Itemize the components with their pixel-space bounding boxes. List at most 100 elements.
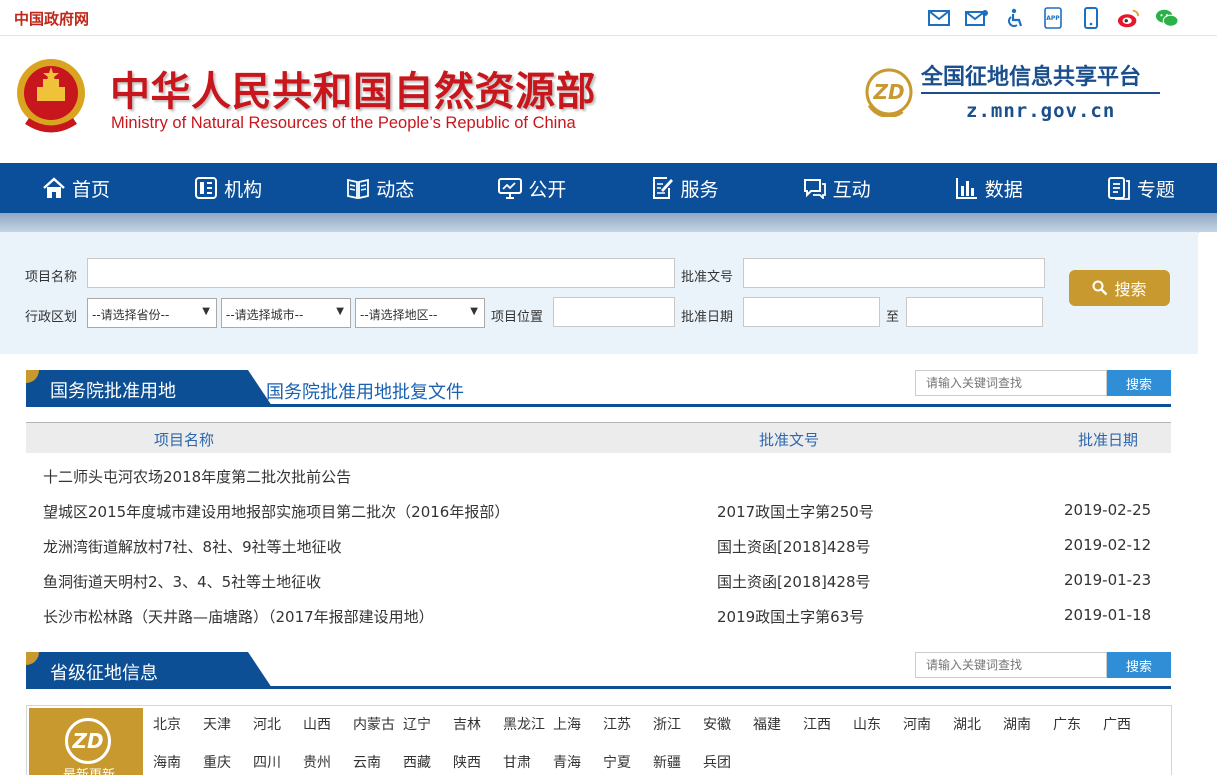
top-bar: 中国政府网 APP [0,0,1217,36]
nav-public[interactable]: 公开 [456,163,608,213]
province-link[interactable]: 海南 [153,752,203,772]
province-link[interactable]: 云南 [353,752,403,772]
table-header: 项目名称 批准文号 批准日期 [26,422,1171,453]
province-link[interactable]: 河南 [903,714,953,734]
accessibility-icon[interactable] [1003,6,1027,30]
row-approval-date: 2019-02-12 [1064,536,1152,554]
project-name-input[interactable] [87,258,675,288]
city-select[interactable]: --请选择城市-- ▼ [221,298,351,328]
keyword-search-input[interactable] [915,370,1107,396]
mobile-icon[interactable] [1079,6,1103,30]
province-link[interactable]: 重庆 [203,752,253,772]
province-link[interactable]: 贵州 [303,752,353,772]
dropdown-arrow-icon: ▼ [336,306,344,317]
province-link[interactable]: 天津 [203,714,253,734]
national-emblem-icon [17,59,85,133]
approval-no-input[interactable] [743,258,1045,288]
weibo-icon[interactable] [1117,6,1141,30]
nav-topics-label: 专题 [1136,178,1175,201]
province-link[interactable]: 西藏 [403,752,453,772]
table-row[interactable]: 十二师头屯河农场2018年度第二批次批前公告 [26,458,1171,493]
search-button-label: 搜索 [1114,280,1147,299]
district-select[interactable]: --请选择地区-- ▼ [355,298,485,328]
org-icon [194,176,218,200]
date-to-input[interactable] [906,297,1043,327]
table-row[interactable]: 龙洲湾街道解放村7社、8社、9社等土地征收 国土资函[2018]428号 201… [26,528,1171,563]
province-link[interactable]: 上海 [553,714,603,734]
project-name-label: 项目名称 [25,270,78,285]
nav-service[interactable]: 服务 [609,163,761,213]
scrollbar[interactable] [1199,232,1217,354]
svg-text:ZD: ZD [872,80,904,104]
province-link[interactable]: 广东 [1053,714,1103,734]
latest-update-label: 最新更新 [63,764,115,775]
latest-update-badge: ZD 最新更新 [29,708,143,775]
province-link[interactable]: 辽宁 [403,714,453,734]
province-link[interactable]: 青海 [553,752,603,772]
nav-news[interactable]: 动态 [304,163,456,213]
state-council-section-header: 国务院批准用地 国务院批准用地批复文件 搜索 [26,370,1171,408]
tab-state-council-land[interactable]: 国务院批准用地 [26,370,272,406]
nav-interact[interactable]: 互动 [761,163,913,213]
row-project-name[interactable]: 十二师头屯河农场2018年度第二批次批前公告 [43,466,351,487]
nav-org[interactable]: 机构 [152,163,304,213]
search-button[interactable]: 搜索 [1069,270,1170,306]
province-link[interactable]: 江西 [803,714,853,734]
province-link[interactable]: 福建 [753,714,803,734]
gov-portal-link[interactable]: 中国政府网 [14,8,89,29]
row-project-name[interactable]: 望城区2015年度城市建设用地报部实施项目第二批次（2016年报部） [43,501,509,522]
nav-topics[interactable]: 专题 [1065,163,1217,213]
province-link[interactable]: 甘肃 [503,752,553,772]
province-link[interactable]: 湖南 [1003,714,1053,734]
region-label: 行政区划 [25,310,78,325]
approval-docs-link[interactable]: 国务院批准用地批复文件 [266,378,464,404]
row-project-name[interactable]: 龙洲湾街道解放村7社、8社、9社等土地征收 [43,536,342,557]
mail-settings-icon[interactable] [965,6,989,30]
nav-data[interactable]: 数据 [913,163,1065,213]
province-link[interactable]: 北京 [153,714,203,734]
city-select-value: --请选择城市-- [226,308,304,322]
mail-icon[interactable] [927,6,951,30]
keyword-search-button[interactable]: 搜索 [1107,652,1171,678]
province-link[interactable]: 内蒙古 [353,714,403,734]
app-icon[interactable]: APP [1041,6,1065,30]
date-label: 批准日期 [681,310,734,325]
province-link[interactable]: 山东 [853,714,903,734]
nav-data-label: 数据 [984,178,1023,201]
table-row[interactable]: 长沙市松林路（天井路—庙塘路）（2017年报部建设用地） 2019政国土字第63… [26,598,1171,633]
wechat-icon[interactable] [1155,6,1179,30]
province-link[interactable]: 四川 [253,752,303,772]
row-approval-date: 2019-01-23 [1064,571,1152,589]
date-from-input[interactable] [743,297,880,327]
province-link[interactable]: 广西 [1103,714,1153,734]
table-row[interactable]: 望城区2015年度城市建设用地报部实施项目第二批次（2016年报部） 2017政… [26,493,1171,528]
row-approval-no: 国土资函[2018]428号 [717,573,871,591]
province-link[interactable]: 宁夏 [603,752,653,772]
provincial-section-header: 省级征地信息 搜索 [26,652,1171,690]
nav-service-label: 服务 [680,178,719,201]
province-link[interactable]: 黑龙江 [503,714,553,734]
tab-provincial-info[interactable]: 省级征地信息 [26,652,272,688]
dropdown-arrow-icon: ▼ [202,306,210,317]
province-link[interactable]: 兵团 [703,752,753,772]
province-link[interactable]: 河北 [253,714,303,734]
province-link[interactable]: 山西 [303,714,353,734]
table-row[interactable]: 鱼洞街道天明村2、3、4、5社等土地征收 国土资函[2018]428号 2019… [26,563,1171,598]
keyword-search-input[interactable] [915,652,1107,678]
province-link[interactable]: 安徽 [703,714,753,734]
province-link[interactable]: 浙江 [653,714,703,734]
approval-no-label: 批准文号 [681,270,734,285]
row-project-name[interactable]: 鱼洞街道天明村2、3、4、5社等土地征收 [43,571,321,592]
keyword-search-button[interactable]: 搜索 [1107,370,1171,396]
province-link[interactable]: 新疆 [653,752,703,772]
province-link[interactable]: 江苏 [603,714,653,734]
row-project-name[interactable]: 长沙市松林路（天井路—庙塘路）（2017年报部建设用地） [43,606,434,627]
province-link[interactable]: 湖北 [953,714,1003,734]
province-link[interactable]: 吉林 [453,714,503,734]
date-to-label: 至 [886,310,900,325]
province-link[interactable]: 陕西 [453,752,503,772]
province-select[interactable]: --请选择省份-- ▼ [87,298,217,328]
platform-url: z.mnr.gov.cn [966,100,1116,122]
nav-home[interactable]: 首页 [0,163,152,213]
location-input[interactable] [553,297,675,327]
